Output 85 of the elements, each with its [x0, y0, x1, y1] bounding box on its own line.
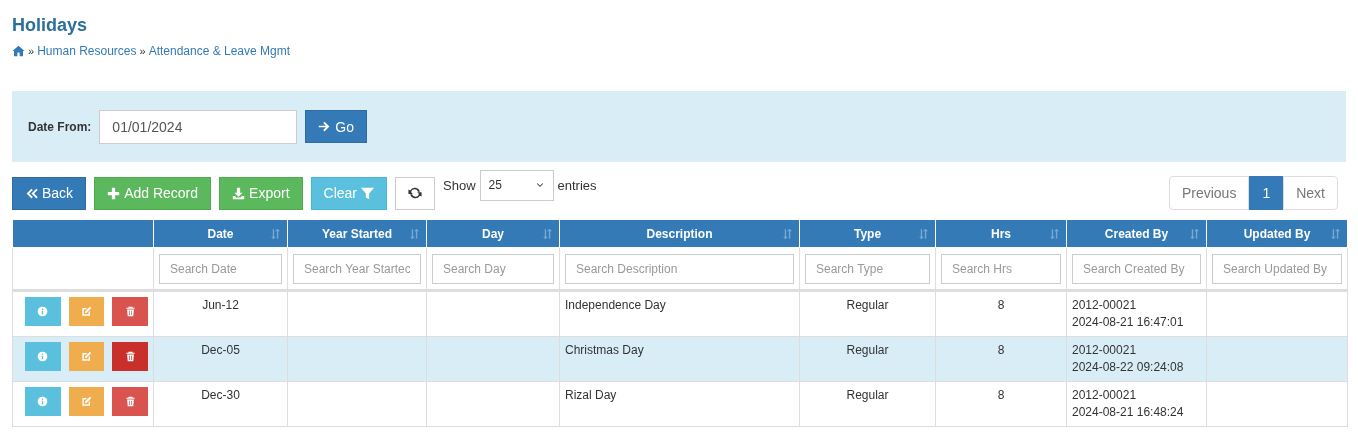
column-header[interactable]: Day: [426, 219, 560, 248]
delete-button[interactable]: [112, 342, 148, 371]
sort-icon: [1189, 228, 1200, 240]
next-link[interactable]: Next: [1283, 176, 1338, 210]
page-title: Holidays: [12, 16, 89, 34]
search-field[interactable]: Search Created By: [1072, 253, 1201, 284]
search-field[interactable]: Search Hrs: [941, 253, 1061, 284]
edit-button[interactable]: [68, 342, 105, 371]
refresh-icon: [408, 186, 422, 200]
table-cell-text: 2024-08-22 09:24:08: [1072, 359, 1185, 376]
column-header[interactable]: Created By: [1066, 219, 1207, 248]
delete-button[interactable]: [112, 387, 148, 416]
column-header[interactable]: Description: [559, 219, 800, 248]
double-chevron-left-icon: [25, 186, 38, 200]
breadcrumb-link[interactable]: Attendance & Leave Mgmt: [148, 42, 291, 60]
breadcrumb-separator: »: [139, 43, 146, 59]
sort-icon: [542, 228, 553, 240]
go-button[interactable]: Go: [305, 110, 368, 143]
arrow-right-icon: [318, 120, 332, 133]
info-icon: [37, 306, 49, 317]
table-cell: Jun-12: [202, 298, 239, 312]
add-record-button[interactable]: Add Record: [94, 176, 212, 210]
trash-icon: [124, 396, 136, 407]
table-cell: 8: [997, 298, 1005, 312]
view-button[interactable]: [25, 297, 61, 326]
filter-icon: [361, 186, 374, 200]
edit-button[interactable]: [68, 387, 105, 416]
view-button[interactable]: [25, 342, 61, 371]
table-cell-text: 2024-08-21 16:48:24: [1072, 404, 1185, 421]
sort-icon: [782, 228, 793, 240]
date-field[interactable]: 01/01/2024: [99, 109, 298, 144]
table-cell-text: 2012-00021: [1072, 297, 1138, 314]
table-cell: Rizal Day: [565, 388, 617, 402]
trash-icon: [124, 306, 136, 317]
search-field[interactable]: Search Type: [805, 253, 930, 284]
sort-icon: [409, 228, 420, 240]
column-header[interactable]: Date: [153, 219, 288, 248]
edit-icon: [81, 306, 92, 317]
download-icon: [232, 186, 246, 200]
table-cell: Dec-05: [201, 343, 240, 357]
search-field[interactable]: Search Description: [565, 253, 794, 284]
export-button[interactable]: Export: [219, 176, 303, 210]
sort-icon: [918, 228, 929, 240]
search-field[interactable]: Search Updated By: [1212, 253, 1342, 284]
table-cell: Regular: [846, 343, 889, 357]
delete-button[interactable]: [112, 297, 148, 326]
table-cell: Regular: [846, 298, 889, 312]
page-link[interactable]: 1: [1249, 176, 1284, 210]
trash-icon: [124, 351, 136, 362]
search-field[interactable]: Search Date: [159, 253, 282, 284]
sort-icon: [1049, 228, 1060, 240]
column-header[interactable]: Type: [799, 219, 936, 248]
edit-button[interactable]: [68, 297, 105, 326]
table-cell: 8: [997, 343, 1005, 357]
home-icon[interactable]: [12, 45, 25, 57]
info-icon: [37, 396, 49, 407]
entries-label: entries: [557, 176, 597, 195]
edit-icon: [81, 351, 92, 362]
table-cell-text: 2012-00021: [1072, 342, 1138, 359]
table-cell-text: 2012-00021: [1072, 387, 1138, 404]
table-cell-text: 2024-08-21 16:47:01: [1072, 314, 1185, 331]
view-button[interactable]: [25, 387, 61, 416]
refresh-button[interactable]: [395, 176, 435, 210]
filter-label: Date From:: [28, 118, 92, 136]
column-header[interactable]: Year Started: [287, 219, 427, 248]
edit-icon: [81, 396, 92, 407]
table-cell: Regular: [846, 388, 889, 402]
table-cell: Christmas Day: [565, 343, 644, 357]
column-header[interactable]: Updated By: [1206, 219, 1348, 248]
search-field[interactable]: Search Day: [432, 253, 554, 284]
search-field[interactable]: Search Year Startec: [293, 253, 421, 284]
show-label: Show: [443, 176, 476, 195]
table-cell: Dec-30: [201, 388, 240, 402]
breadcrumb-separator: »: [28, 43, 35, 59]
sort-icon: [270, 228, 281, 240]
plus-icon: [107, 186, 121, 200]
previous-link[interactable]: Previous: [1168, 176, 1250, 210]
entries-select[interactable]: 25: [479, 169, 554, 201]
table-cell: Independence Day: [565, 298, 666, 312]
breadcrumb-link[interactable]: Human Resources: [37, 42, 137, 60]
info-icon: [37, 351, 49, 362]
column-header[interactable]: Hrs: [935, 219, 1067, 248]
table-cell: 8: [997, 388, 1005, 402]
back-button[interactable]: Back: [12, 176, 87, 210]
sort-icon: [1330, 228, 1341, 240]
